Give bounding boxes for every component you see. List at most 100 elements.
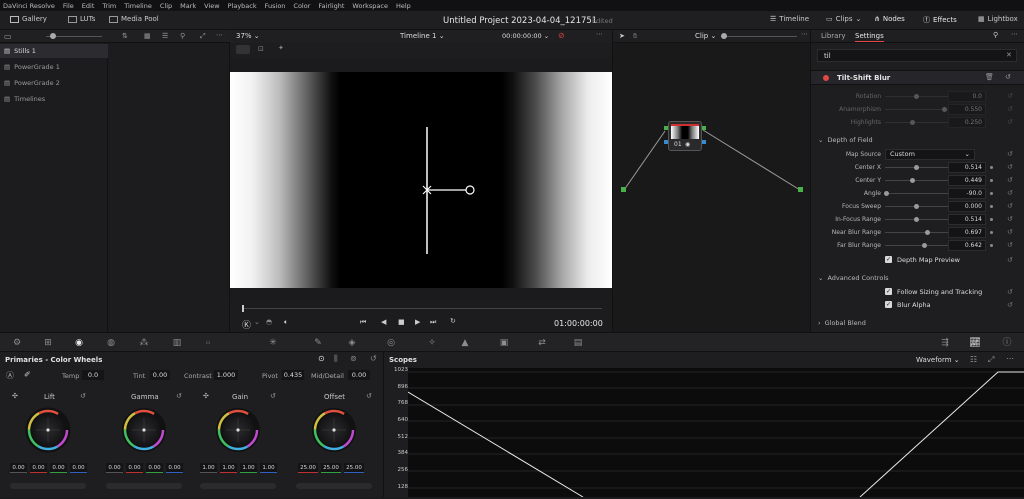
contrast-value[interactable]: 1.000 bbox=[214, 370, 238, 380]
menu-trim[interactable]: Trim bbox=[102, 2, 116, 10]
bars-mode-icon[interactable]: ⫼ bbox=[334, 354, 338, 364]
menu-color[interactable]: Color bbox=[293, 2, 310, 10]
menu-edit[interactable]: Edit bbox=[82, 2, 95, 10]
stop-icon[interactable]: ■ bbox=[398, 318, 405, 326]
keyframe-icon[interactable] bbox=[990, 166, 993, 169]
follow-sizing-checkbox[interactable]: ✓ bbox=[885, 288, 892, 295]
wipe-icon[interactable]: ⊡ bbox=[258, 45, 264, 53]
lift-y[interactable]: 0.00 bbox=[10, 463, 27, 473]
node-input-source[interactable] bbox=[621, 187, 626, 192]
scope-settings-icon[interactable]: ☷ bbox=[970, 355, 977, 364]
search-icon[interactable]: ⚲ bbox=[180, 32, 185, 40]
highlights-knob[interactable] bbox=[910, 120, 915, 125]
gain-wheel[interactable] bbox=[216, 408, 260, 452]
pivot-value[interactable]: 0.435 bbox=[282, 370, 304, 380]
more-options-icon[interactable]: ⋯ bbox=[1006, 354, 1014, 363]
gain-picker-icon[interactable]: ✣ bbox=[203, 392, 209, 400]
keyframe-icon[interactable] bbox=[990, 244, 993, 247]
hdr-icon[interactable]: Ⓚ bbox=[242, 318, 251, 331]
fullscreen-icon[interactable]: ⤢ bbox=[200, 32, 206, 41]
play-icon[interactable]: ▶ bbox=[415, 318, 420, 326]
reset-icon[interactable]: ↺ bbox=[1005, 73, 1011, 81]
near-blur-range-value[interactable]: 0.697 bbox=[948, 227, 986, 238]
reset-icon[interactable]: ↺ bbox=[1007, 163, 1013, 171]
keyframe-icon[interactable] bbox=[990, 205, 993, 208]
in-focus-range-slider[interactable] bbox=[885, 219, 953, 220]
album-stills-1[interactable]: ▤ Stills 1 bbox=[0, 44, 108, 58]
lift-picker-icon[interactable]: ✣ bbox=[12, 392, 18, 400]
highlight-icon[interactable]: ✦ bbox=[278, 44, 284, 52]
reset-icon[interactable]: ↺ bbox=[1007, 176, 1013, 184]
effects-button[interactable]: ⓕ Effects bbox=[923, 15, 957, 25]
focus-sweep-slider[interactable] bbox=[885, 206, 953, 207]
menu-fairlight[interactable]: Fairlight bbox=[318, 2, 344, 10]
center-y-value[interactable]: 0.449 bbox=[948, 175, 986, 186]
clips-button[interactable]: ▭ Clips ⌄ bbox=[826, 15, 861, 23]
lightbox-button[interactable]: ▦ Lightbox bbox=[978, 15, 1018, 23]
lift-r[interactable]: 0.00 bbox=[30, 463, 47, 473]
loop-icon[interactable]: ↻ bbox=[450, 317, 456, 325]
reset-icon[interactable]: ↺ bbox=[1007, 202, 1013, 210]
effect-enable-icon[interactable] bbox=[823, 75, 829, 81]
color-match-icon[interactable]: ⊞ bbox=[41, 337, 55, 349]
gain-master-slider[interactable] bbox=[200, 483, 276, 489]
camera-raw-icon[interactable]: ⚙ bbox=[10, 337, 24, 349]
temp-value[interactable]: 0.0 bbox=[82, 370, 104, 380]
offset-b[interactable]: 25.00 bbox=[344, 463, 364, 473]
last-frame-icon[interactable]: ⏭︎ bbox=[430, 318, 436, 327]
tilt-shift-overlay[interactable] bbox=[230, 72, 612, 288]
gamma-r[interactable]: 0.00 bbox=[126, 463, 143, 473]
angle-knob[interactable] bbox=[884, 191, 889, 196]
menu-workspace[interactable]: Workspace bbox=[352, 2, 388, 10]
highlights-value[interactable]: 0.250 bbox=[948, 117, 986, 128]
more-options-icon[interactable]: ⋯ bbox=[216, 31, 223, 39]
offset-r[interactable]: 25.00 bbox=[298, 463, 318, 473]
luts-button[interactable]: LUTs bbox=[68, 15, 95, 23]
audio-meter-icon[interactable]: ◓ bbox=[266, 318, 272, 326]
reset-icon[interactable]: ↺ bbox=[1007, 241, 1013, 249]
anamorphism-value[interactable]: 0.550 bbox=[948, 104, 986, 115]
reset-icon[interactable]: ↺ bbox=[1007, 288, 1013, 296]
menu-timeline[interactable]: Timeline bbox=[124, 2, 152, 10]
gain-r[interactable]: 1.00 bbox=[220, 463, 237, 473]
gamma-b[interactable]: 0.00 bbox=[166, 463, 183, 473]
auto-balance-icon[interactable]: Ⓐ bbox=[6, 370, 14, 381]
far-blur-range-slider[interactable] bbox=[885, 245, 953, 246]
blur-icon[interactable]: ▲ bbox=[458, 337, 472, 349]
rotation-value[interactable]: 0.0 bbox=[948, 91, 986, 102]
bypass-icon[interactable]: ⊘ bbox=[558, 31, 565, 40]
depth-map-preview-checkbox[interactable]: ✓ bbox=[885, 256, 892, 263]
play-reverse-icon[interactable]: ◀ bbox=[381, 318, 386, 326]
wheels-mode-icon[interactable]: ⊙ bbox=[318, 354, 325, 363]
reset-icon[interactable]: ↺ bbox=[1007, 150, 1013, 158]
lift-master-slider[interactable] bbox=[10, 483, 86, 489]
reset-icon[interactable]: ↺ bbox=[270, 392, 276, 400]
gamma-master-slider[interactable] bbox=[106, 483, 182, 489]
tab-library[interactable]: Library bbox=[821, 32, 845, 40]
curves-icon[interactable]: ✳ bbox=[266, 337, 280, 349]
effect-search-input[interactable]: til ✕ bbox=[817, 49, 1017, 62]
section-global-blend[interactable]: › Global Blend bbox=[818, 319, 866, 327]
node-input-rgb[interactable] bbox=[664, 126, 668, 130]
center-y-slider[interactable] bbox=[885, 180, 953, 181]
node-output-source[interactable] bbox=[798, 187, 803, 192]
reset-icon[interactable]: ↺ bbox=[176, 392, 182, 400]
in-focus-range-value[interactable]: 0.514 bbox=[948, 214, 986, 225]
reset-icon[interactable]: ↺ bbox=[1007, 215, 1013, 223]
center-y-knob[interactable] bbox=[910, 178, 915, 183]
focus-sweep-knob[interactable] bbox=[914, 204, 919, 209]
anamorphism-knob[interactable] bbox=[942, 107, 947, 112]
sort-icon[interactable]: ⇅ bbox=[122, 32, 128, 40]
tab-settings[interactable]: Settings bbox=[855, 32, 884, 42]
list-view-icon[interactable]: ☰ bbox=[162, 32, 168, 40]
gain-b[interactable]: 1.00 bbox=[260, 463, 277, 473]
tracker-icon[interactable]: ◎ bbox=[384, 337, 398, 349]
album-powergrade-2[interactable]: ▤ PowerGrade 2 bbox=[0, 76, 108, 90]
zoom-dropdown[interactable]: 37% ⌄ bbox=[236, 32, 260, 40]
lift-b[interactable]: 0.00 bbox=[70, 463, 87, 473]
far-blur-range-value[interactable]: 0.642 bbox=[948, 240, 986, 251]
near-blur-range-slider[interactable] bbox=[885, 232, 953, 233]
node-output-alpha[interactable] bbox=[702, 140, 706, 144]
clear-search-icon[interactable]: ✕ bbox=[1006, 51, 1012, 59]
offset-wheel[interactable] bbox=[312, 408, 356, 452]
